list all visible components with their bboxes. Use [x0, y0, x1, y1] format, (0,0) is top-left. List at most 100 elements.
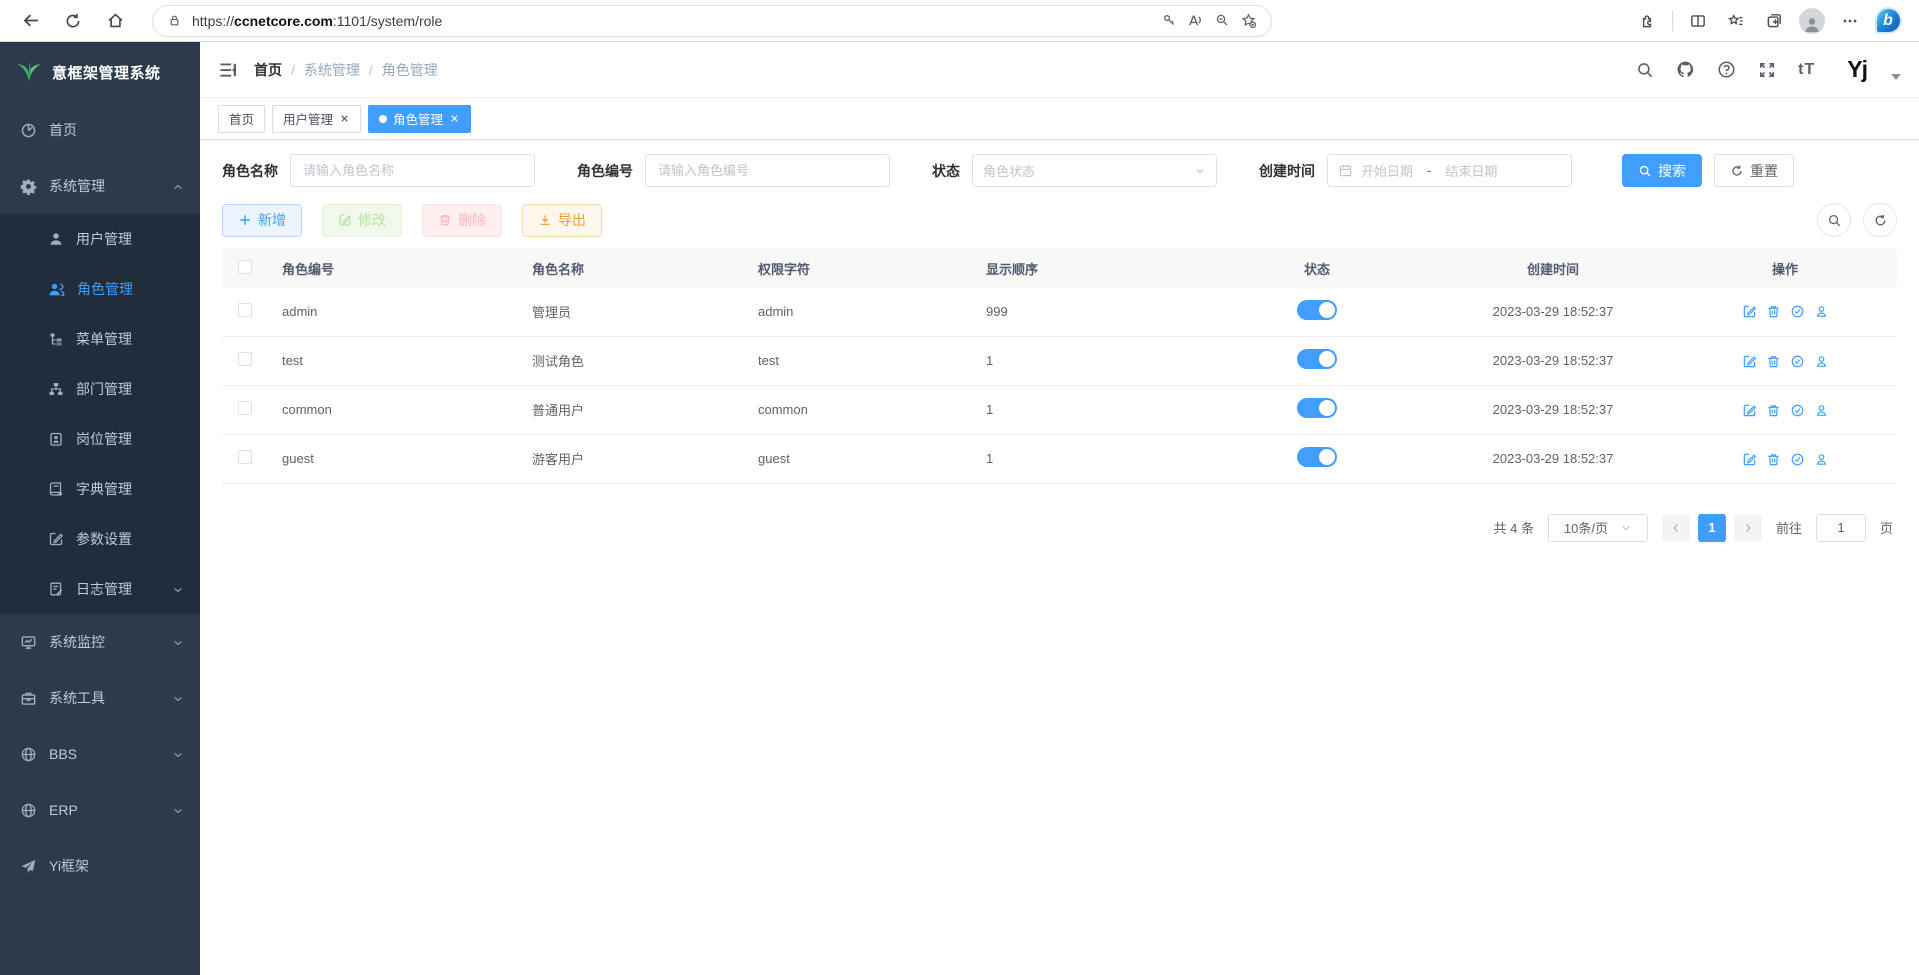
page-number-current[interactable]: 1 [1698, 514, 1726, 542]
row-permission-icon[interactable] [1790, 450, 1805, 466]
org-chart-icon [48, 381, 64, 397]
sidebar-item-param-settings[interactable]: 参数设置 [0, 514, 200, 564]
split-screen-icon[interactable] [1681, 4, 1715, 38]
site-lock-icon[interactable] [167, 12, 182, 30]
breadcrumb-section[interactable]: 系统管理 [304, 60, 360, 80]
header-search-icon[interactable] [1636, 61, 1654, 79]
close-icon[interactable] [339, 113, 350, 124]
sidebar-item-erp[interactable]: ERP [0, 782, 200, 838]
app-logo[interactable]: 意框架管理系统 [0, 42, 200, 102]
cell-display-order: 1 [971, 336, 1201, 385]
row-edit-icon[interactable] [1742, 401, 1757, 417]
row-edit-icon[interactable] [1742, 450, 1757, 466]
tab-home[interactable]: 首页 [218, 105, 265, 133]
status-toggle[interactable] [1297, 349, 1337, 369]
sidebar-item-role-mgmt[interactable]: 角色管理 [0, 264, 200, 314]
role-name-input[interactable] [290, 154, 535, 187]
browser-profile-avatar[interactable] [1795, 4, 1829, 38]
status-select[interactable]: 角色状态 [972, 154, 1217, 187]
sidebar-item-user-mgmt[interactable]: 用户管理 [0, 214, 200, 264]
date-range-picker[interactable]: 开始日期 - 结束日期 [1327, 154, 1572, 187]
refresh-icon [1730, 164, 1744, 178]
row-permission-icon[interactable] [1790, 303, 1805, 319]
status-toggle[interactable] [1297, 447, 1337, 467]
sidebar-item-system-monitor[interactable]: 系统监控 [0, 614, 200, 670]
sidebar-item-bbs[interactable]: BBS [0, 726, 200, 782]
row-assign-user-icon[interactable] [1814, 352, 1829, 368]
bing-copilot-icon[interactable]: b [1871, 4, 1905, 38]
close-icon[interactable] [449, 113, 460, 124]
row-assign-user-icon[interactable] [1814, 303, 1829, 319]
status-label: 状态 [932, 161, 960, 181]
avatar-caret-down-icon[interactable] [1891, 74, 1901, 80]
reset-button[interactable]: 重置 [1714, 154, 1794, 187]
tab-role-mgmt[interactable]: 角色管理 [368, 105, 471, 133]
row-assign-user-icon[interactable] [1814, 401, 1829, 417]
row-edit-icon[interactable] [1742, 352, 1757, 368]
fullscreen-icon[interactable] [1758, 61, 1776, 79]
chevron-down-icon [1194, 165, 1206, 177]
goto-page-input[interactable] [1816, 514, 1866, 542]
sidebar-collapse-icon[interactable] [218, 60, 238, 80]
select-all-checkbox[interactable] [238, 260, 252, 274]
zoom-out-icon[interactable] [1214, 12, 1230, 30]
add-favorite-icon[interactable] [1240, 12, 1257, 30]
next-page-button[interactable] [1734, 514, 1762, 542]
sidebar-item-log-mgmt[interactable]: 日志管理 [0, 564, 200, 614]
user-avatar-logo[interactable]: Yj [1847, 56, 1867, 83]
help-icon[interactable] [1717, 60, 1736, 79]
page-size-select[interactable]: 10条/页 [1548, 514, 1648, 542]
sidebar-item-post-mgmt[interactable]: 岗位管理 [0, 414, 200, 464]
system-submenu: 用户管理 角色管理 菜单管理 部门管理 岗位管理 字典管理 [0, 214, 200, 614]
filter-form: 角色名称 角色编号 状态 角色状态 创建时间 开始日期 - 结束日期 [222, 154, 1897, 187]
github-icon[interactable] [1676, 60, 1695, 79]
browser-home-button[interactable] [98, 4, 132, 38]
status-toggle[interactable] [1297, 300, 1337, 320]
row-edit-icon[interactable] [1742, 303, 1757, 319]
sidebar-item-home[interactable]: 首页 [0, 102, 200, 158]
sidebar-item-dict-mgmt[interactable]: 字典管理 [0, 464, 200, 514]
search-button[interactable]: 搜索 [1622, 154, 1702, 187]
status-toggle[interactable] [1297, 398, 1337, 418]
menu-tree-icon [48, 331, 64, 347]
row-delete-icon[interactable] [1766, 450, 1781, 466]
password-key-icon[interactable] [1161, 12, 1177, 30]
browser-refresh-button[interactable] [56, 4, 90, 38]
role-code-input[interactable] [645, 154, 890, 187]
col-role-code: 角色编号 [267, 249, 517, 287]
sidebar-item-system-mgmt[interactable]: 系统管理 [0, 158, 200, 214]
row-delete-icon[interactable] [1766, 303, 1781, 319]
cell-display-order: 999 [971, 287, 1201, 336]
show-search-toggle-button[interactable] [1817, 203, 1851, 237]
collections-icon[interactable] [1757, 4, 1791, 38]
row-checkbox[interactable] [238, 303, 252, 317]
row-checkbox[interactable] [238, 450, 252, 464]
breadcrumb-home[interactable]: 首页 [254, 60, 282, 80]
row-assign-user-icon[interactable] [1814, 450, 1829, 466]
sidebar-item-system-tools[interactable]: 系统工具 [0, 670, 200, 726]
sidebar-item-menu-mgmt[interactable]: 菜单管理 [0, 314, 200, 364]
row-delete-icon[interactable] [1766, 352, 1781, 368]
address-bar[interactable]: https://ccnetcore.com:1101/system/role [152, 5, 1272, 37]
delete-button[interactable]: 删除 [422, 204, 502, 237]
sidebar-item-yi-framework[interactable]: Yi框架 [0, 838, 200, 894]
row-delete-icon[interactable] [1766, 401, 1781, 417]
favorites-hub-icon[interactable] [1719, 4, 1753, 38]
prev-page-button[interactable] [1662, 514, 1690, 542]
tab-user-mgmt[interactable]: 用户管理 [272, 105, 361, 133]
row-checkbox[interactable] [238, 401, 252, 415]
browser-back-button[interactable] [14, 4, 48, 38]
pagination: 共 4 条 10条/页 1 前往 页 [222, 514, 1897, 542]
row-checkbox[interactable] [238, 352, 252, 366]
refresh-table-button[interactable] [1863, 203, 1897, 237]
row-permission-icon[interactable] [1790, 352, 1805, 368]
modify-button[interactable]: 修改 [322, 204, 402, 237]
font-size-icon[interactable]: tT [1798, 61, 1815, 79]
browser-settings-menu-icon[interactable] [1833, 4, 1867, 38]
row-permission-icon[interactable] [1790, 401, 1805, 417]
sidebar-item-dept-mgmt[interactable]: 部门管理 [0, 364, 200, 414]
add-button[interactable]: 新增 [222, 204, 302, 237]
read-aloud-icon[interactable] [1187, 12, 1204, 30]
export-button[interactable]: 导出 [522, 204, 602, 237]
extensions-icon[interactable] [1630, 4, 1664, 38]
